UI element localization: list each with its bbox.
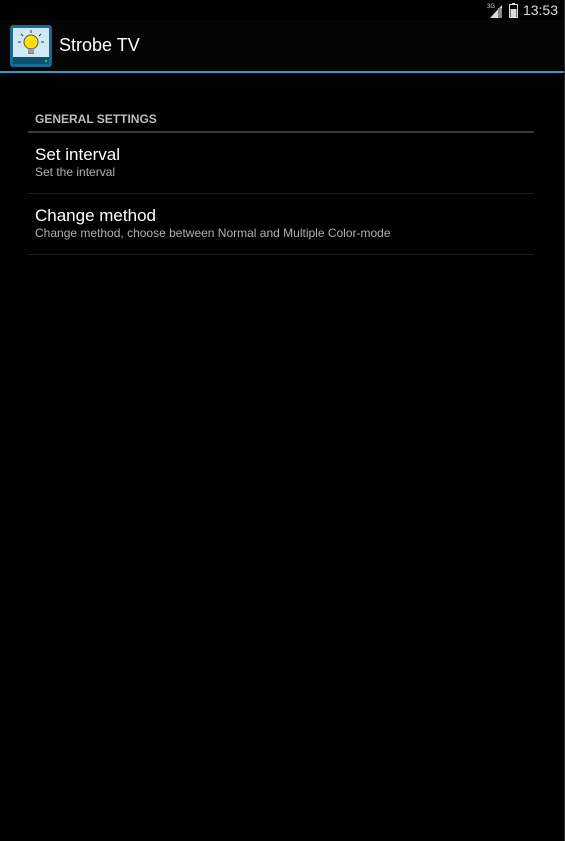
app-title: Strobe TV — [59, 35, 140, 55]
pref-title: Change method — [35, 206, 156, 225]
pref-summary: Change method, choose between Normal and… — [35, 226, 391, 240]
status-bar: 3G 13:53 — [0, 0, 565, 20]
status-time: 13:53 — [522, 2, 558, 18]
battery-icon — [508, 2, 518, 18]
network-type-label: 3G — [487, 4, 495, 10]
pref-change-method[interactable]: Change method Change method, choose betw… — [28, 194, 534, 255]
lightbulb-tv-icon[interactable] — [9, 24, 53, 68]
pref-set-interval[interactable]: Set interval Set the interval — [28, 133, 534, 194]
action-bar: Strobe TV — [0, 20, 565, 73]
signal-3g-icon: 3G — [487, 4, 502, 18]
settings-list: GENERAL SETTINGS Set interval Set the in… — [28, 106, 534, 255]
status-icons: 3G 13:53 — [486, 1, 558, 19]
category-header: GENERAL SETTINGS — [28, 106, 534, 133]
pref-title: Set interval — [35, 145, 121, 164]
pref-summary: Set the interval — [35, 165, 116, 179]
